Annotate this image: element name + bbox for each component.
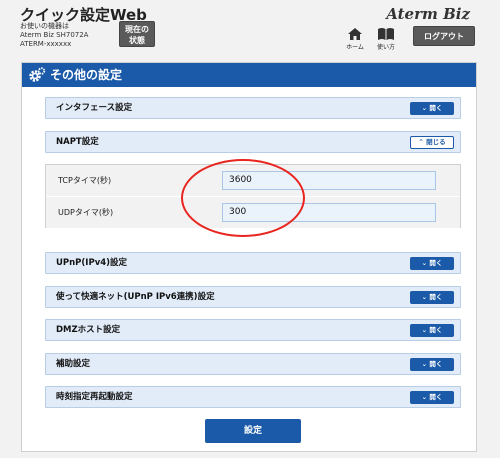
open-toggle-button[interactable]: ⌄ 開く bbox=[410, 257, 454, 270]
section-title: インタフェース設定 bbox=[56, 103, 133, 113]
toggle-label: 開く bbox=[429, 326, 443, 334]
toggle-label: 開く bbox=[429, 393, 443, 401]
home-label: ホーム bbox=[346, 44, 364, 51]
toggle-label: 開く bbox=[429, 259, 443, 267]
toggle-label: 閉じる bbox=[426, 138, 446, 146]
section-napt[interactable]: NAPT設定 ⌃ 閉じる bbox=[45, 131, 461, 153]
gear-icon bbox=[29, 67, 46, 82]
toggle-label: 開く bbox=[429, 104, 443, 112]
help-nav[interactable]: 使い方 bbox=[375, 27, 397, 51]
help-label: 使い方 bbox=[376, 44, 395, 51]
chevron-down-icon: ⌄ bbox=[421, 326, 428, 334]
section-title: UPnP(IPv4)設定 bbox=[56, 258, 128, 268]
open-toggle-button[interactable]: ⌄ 開く bbox=[410, 391, 454, 404]
section-title: 補助設定 bbox=[56, 359, 91, 369]
section-scheduled-reboot[interactable]: 時刻指定再起動設定 ⌄ 開く bbox=[45, 386, 461, 408]
section-auxiliary[interactable]: 補助設定 ⌄ 開く bbox=[45, 353, 461, 375]
section-dmz[interactable]: DMZホスト設定 ⌄ 開く bbox=[45, 319, 461, 341]
chevron-up-icon: ⌃ bbox=[418, 138, 424, 146]
panel-title: その他の設定 bbox=[50, 68, 123, 82]
open-toggle-button[interactable]: ⌄ 開く bbox=[410, 358, 454, 371]
section-upnp-ipv6[interactable]: 使って快適ネット(UPnP IPv6連携)設定 ⌄ 開く bbox=[45, 286, 461, 308]
home-nav[interactable]: ホーム bbox=[344, 27, 366, 51]
chevron-down-icon: ⌄ bbox=[421, 104, 428, 112]
tcp-timer-label: TCPタイマ(秒) bbox=[58, 176, 112, 185]
section-title: DMZホスト設定 bbox=[56, 325, 121, 335]
brand-logo: Aterm Biz bbox=[386, 5, 470, 23]
toggle-label: 開く bbox=[429, 293, 443, 301]
open-toggle-button[interactable]: ⌄ 開く bbox=[410, 291, 454, 304]
section-upnp[interactable]: UPnP(IPv4)設定 ⌄ 開く bbox=[45, 252, 461, 274]
udp-timer-label: UDPタイマ(秒) bbox=[58, 208, 114, 217]
home-icon bbox=[348, 28, 362, 40]
top-bar: クイック設定Web お使いの機器は Aterm Biz SH7072A ATER… bbox=[0, 0, 500, 56]
section-title: NAPT設定 bbox=[56, 137, 99, 147]
book-icon bbox=[378, 28, 394, 40]
device-info-line: お使いの機器は bbox=[20, 22, 69, 30]
toggle-label: 開く bbox=[429, 360, 443, 368]
apply-settings-button[interactable]: 設定 bbox=[205, 419, 301, 443]
close-toggle-button[interactable]: ⌃ 閉じる bbox=[410, 136, 454, 149]
open-toggle-button[interactable]: ⌄ 開く bbox=[410, 102, 454, 115]
logout-button[interactable]: ログアウト bbox=[413, 26, 475, 46]
current-status-button[interactable]: 現在の 状態 bbox=[119, 21, 155, 47]
device-info-line: ATERM-xxxxxx bbox=[20, 40, 72, 48]
chevron-down-icon: ⌄ bbox=[421, 293, 428, 301]
section-title: 時刻指定再起動設定 bbox=[56, 392, 133, 402]
chevron-down-icon: ⌄ bbox=[421, 360, 428, 368]
highlight-annotation bbox=[181, 159, 305, 237]
open-toggle-button[interactable]: ⌄ 開く bbox=[410, 324, 454, 337]
panel-header: その他の設定 bbox=[22, 63, 476, 87]
section-interface[interactable]: インタフェース設定 ⌄ 開く bbox=[45, 97, 461, 119]
device-info-line: Aterm Biz SH7072A bbox=[20, 31, 89, 39]
section-title: 使って快適ネット(UPnP IPv6連携)設定 bbox=[56, 292, 215, 302]
chevron-down-icon: ⌄ bbox=[421, 393, 428, 401]
chevron-down-icon: ⌄ bbox=[421, 259, 428, 267]
